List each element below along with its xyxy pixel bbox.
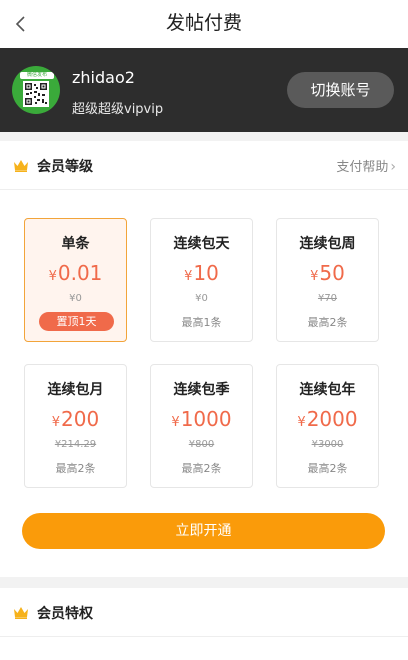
plan-card-quarterly[interactable]: 连续包季 ¥1000 ¥800 最高2条 (150, 364, 253, 488)
plan-price: ¥0.01 (25, 261, 126, 285)
user-level: 超级超级vipvip (72, 102, 164, 117)
plan-card-monthly[interactable]: 连续包月 ¥200 ¥214.29 最高2条 (24, 364, 127, 488)
plan-original-price: ¥0 (195, 293, 208, 304)
page-title: 发帖付费 (165, 12, 242, 34)
membership-section: 会员等级 支付帮助 › 单条 ¥0.01 ¥0 置顶1天 连续包天 ¥10 ¥0 … (0, 141, 408, 577)
currency-symbol: ¥ (310, 269, 319, 284)
switch-account-button[interactable]: 切换账号 (287, 72, 394, 108)
account-bar: 微信发布 zhidao2 超级超级vipvip 切换账号 (0, 48, 408, 132)
plan-card-yearly[interactable]: 连续包年 ¥2000 ¥3000 最高2条 (276, 364, 379, 488)
avatar-tag: 微信发布 (20, 72, 54, 79)
plan-original-price: ¥800 (188, 439, 215, 450)
membership-title: 会员等级 (37, 159, 93, 175)
avatar: 微信发布 (12, 66, 60, 114)
plan-price-value: 10 (193, 261, 219, 285)
plan-name: 连续包年 (299, 382, 356, 398)
plan-price-value: 200 (61, 407, 100, 431)
crown-icon (14, 160, 28, 172)
privileges-header: 会员特权 (0, 588, 408, 637)
username: zhidao2 (72, 68, 135, 87)
plan-original-price: ¥70 (317, 293, 338, 304)
plan-limit: 最高2条 (55, 462, 96, 475)
plan-price: ¥50 (277, 261, 378, 285)
plan-price-value: 2000 (306, 407, 358, 431)
privileges-title: 会员特权 (37, 606, 93, 622)
currency-symbol: ¥ (297, 415, 306, 430)
plan-price: ¥1000 (151, 407, 252, 431)
plan-card-single[interactable]: 单条 ¥0.01 ¥0 置顶1天 (24, 218, 127, 342)
plan-price: ¥2000 (277, 407, 378, 431)
plan-limit: 最高2条 (181, 462, 222, 475)
currency-symbol: ¥ (51, 415, 61, 430)
plan-card-weekly[interactable]: 连续包周 ¥50 ¥70 最高2条 (276, 218, 379, 342)
plan-name: 连续包季 (173, 382, 230, 398)
payment-help-link[interactable]: 支付帮助 › (336, 156, 396, 175)
plan-limit: 最高2条 (307, 462, 348, 475)
top-nav-bar: 发帖付费 (0, 0, 408, 48)
plan-price-value: 1000 (180, 407, 232, 431)
open-membership-button[interactable]: 立即开通 (22, 513, 385, 549)
payment-help-label: 支付帮助 (336, 160, 389, 175)
currency-symbol: ¥ (48, 269, 57, 284)
plan-limit: 最高1条 (181, 316, 222, 329)
privileges-section: 会员特权 (0, 588, 408, 660)
membership-header: 会员等级 支付帮助 › (0, 141, 408, 190)
plan-original-price: ¥3000 (311, 439, 344, 450)
plan-card-daily[interactable]: 连续包天 ¥10 ¥0 最高1条 (150, 218, 253, 342)
plan-name: 连续包天 (173, 236, 230, 252)
plan-note-badge: 置顶1天 (39, 312, 114, 331)
chevron-right-icon: › (390, 159, 396, 175)
plan-price-value: 0.01 (57, 261, 103, 285)
plan-price: ¥200 (25, 407, 126, 431)
currency-symbol: ¥ (171, 415, 180, 430)
plan-name: 连续包月 (47, 382, 104, 398)
plan-limit: 最高2条 (307, 316, 348, 329)
qr-code-icon (23, 81, 49, 107)
plan-original-price: ¥0 (69, 293, 82, 304)
plan-name: 连续包周 (299, 236, 356, 252)
plan-price-value: 50 (319, 261, 345, 285)
plan-original-price: ¥214.29 (54, 439, 97, 450)
currency-symbol: ¥ (184, 269, 193, 284)
crown-icon (14, 607, 28, 619)
plan-name: 单条 (61, 236, 90, 252)
plan-price: ¥10 (151, 261, 252, 285)
